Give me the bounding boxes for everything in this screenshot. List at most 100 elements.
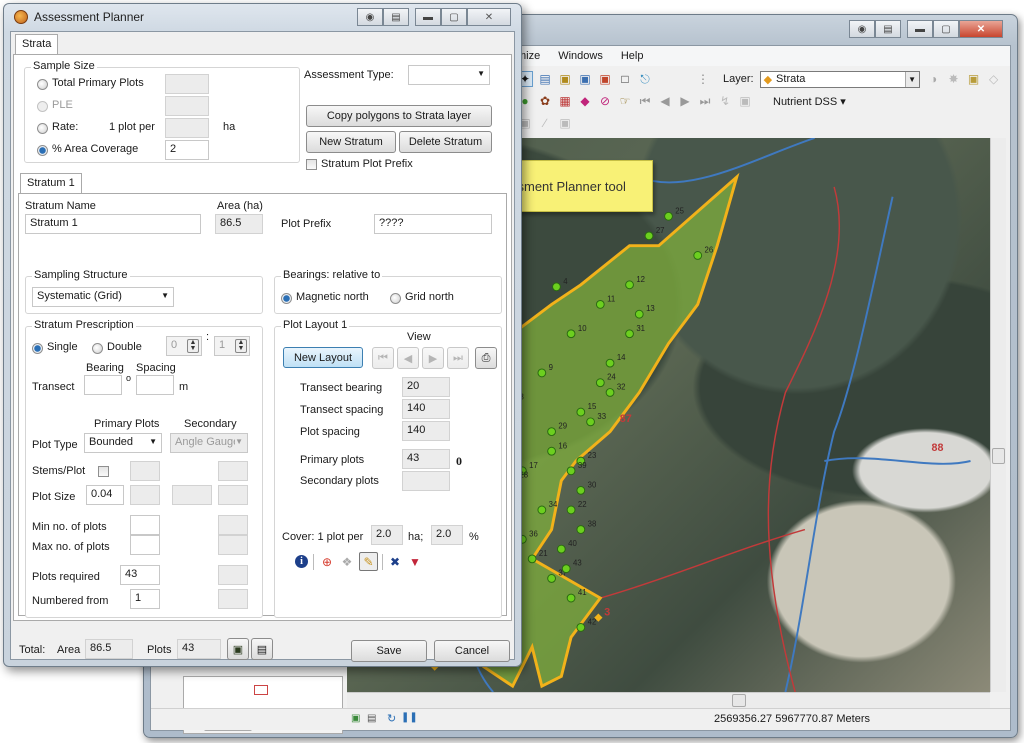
minimize-button[interactable]: ▬	[907, 20, 933, 38]
help-icon-button[interactable]: ◉	[849, 20, 875, 38]
map-horizontal-scrollbar[interactable]	[347, 692, 990, 708]
plot-type-secondary-select[interactable]: Angle Gauge ▼	[170, 433, 248, 453]
copy-polygons-button[interactable]: Copy polygons to Strata layer	[306, 105, 492, 127]
toolbar-grip-icon[interactable]: ⋮	[695, 71, 711, 87]
ratio-left-spinner[interactable]: 0 ▲ ▼	[166, 336, 202, 356]
transect-bearing-input[interactable]	[84, 375, 122, 395]
last-icon[interactable]: ⏭	[697, 93, 713, 109]
magnetic-north-radio[interactable]	[281, 293, 292, 304]
ple-radio[interactable]	[37, 101, 48, 112]
close-button[interactable]: ✕	[959, 20, 1003, 38]
min-plots-input[interactable]	[130, 515, 160, 535]
clear-selection-icon[interactable]: ⊘	[597, 93, 613, 109]
tab-strata[interactable]: Strata	[15, 34, 59, 54]
maximize-button[interactable]: ▢	[933, 20, 959, 38]
sketch-icon[interactable]: ∕	[537, 115, 553, 131]
rate-radio[interactable]	[37, 123, 48, 134]
sun-icon[interactable]: ✸	[946, 71, 962, 87]
first-layout-button[interactable]: ⏮	[372, 347, 394, 369]
window-icon[interactable]: □	[617, 71, 633, 87]
edit-tool-icon[interactable]: ▣	[557, 115, 573, 131]
rate-field[interactable]	[165, 118, 209, 138]
diamond-icon[interactable]: ◇	[986, 71, 1002, 87]
select-feature-icon[interactable]: ◆	[577, 93, 593, 109]
pin-button[interactable]: ▤	[383, 8, 409, 26]
pin-button[interactable]: ▤	[875, 20, 901, 38]
ratio-right-spinner[interactable]: 1 ▲ ▼	[214, 336, 250, 356]
info-icon[interactable]: i	[295, 555, 308, 568]
menu-windows[interactable]: Windows	[558, 50, 603, 62]
tab-stratum-1[interactable]: Stratum 1	[20, 173, 82, 193]
maximize-button[interactable]: ▢	[441, 8, 467, 26]
pause-icon[interactable]: ❚❚	[401, 712, 418, 723]
contrast-icon[interactable]: ◑	[926, 71, 942, 87]
plots-required-input[interactable]: 43	[120, 565, 160, 585]
total-primary-plots-field[interactable]	[165, 74, 209, 94]
previous-layout-button[interactable]: ◀	[397, 347, 419, 369]
numbered-from-input[interactable]: 1	[130, 589, 160, 609]
save-button[interactable]: Save	[351, 640, 427, 662]
print-button[interactable]: ⎙	[475, 347, 497, 369]
help-icon-button[interactable]: ◉	[357, 8, 383, 26]
plot-type-primary-select[interactable]: Bounded ▼	[84, 433, 162, 453]
overview-icon[interactable]: ▣	[737, 93, 753, 109]
save-disk-button[interactable]: ▣	[227, 638, 249, 660]
stratum-name-input[interactable]: Stratum 1	[25, 214, 201, 234]
plot-marker	[576, 622, 586, 632]
delete-plot-icon[interactable]: ✖	[387, 554, 403, 570]
new-stratum-button[interactable]: New Stratum	[306, 131, 396, 153]
single-radio[interactable]	[32, 343, 43, 354]
attribute-table-icon[interactable]: ▤	[537, 71, 553, 87]
menu-help[interactable]: Help	[621, 50, 644, 62]
grid-north-radio[interactable]	[390, 293, 401, 304]
next-icon[interactable]: ▶	[677, 93, 693, 109]
spinner-arrows-icon[interactable]: ▲ ▼	[187, 339, 199, 353]
toolbox-icon[interactable]: ▣	[597, 71, 613, 87]
data-view-icon[interactable]: ▣	[351, 713, 360, 724]
sampling-structure-select[interactable]: Systematic (Grid) ▼	[32, 287, 174, 307]
assessment-type-select[interactable]: ▼	[408, 65, 490, 85]
layout-icon[interactable]: ▣	[557, 71, 573, 87]
area-coverage-field[interactable]: 2	[165, 140, 209, 160]
spinner-arrows-icon[interactable]: ▲ ▼	[235, 339, 247, 353]
report-button[interactable]: ▤	[251, 638, 273, 660]
plot-prefix-input[interactable]: ????	[374, 214, 492, 234]
chevron-down-icon[interactable]: ▼	[904, 71, 919, 87]
new-layout-button[interactable]: New Layout	[283, 347, 363, 368]
close-button[interactable]: ✕	[467, 8, 511, 26]
last-layout-button[interactable]: ⏭	[447, 347, 469, 369]
next-layout-button[interactable]: ▶	[422, 347, 444, 369]
edit-plot-icon[interactable]: ✎	[359, 552, 378, 571]
map-vscroll-thumb[interactable]	[992, 448, 1005, 464]
nutrient-dss-menu[interactable]: Nutrient DSS ▾	[773, 95, 846, 108]
lightning-icon[interactable]: ↯	[717, 93, 733, 109]
map-vertical-scrollbar[interactable]	[990, 138, 1006, 692]
ple-field[interactable]	[165, 96, 209, 116]
effects-icon[interactable]: ▣	[966, 71, 982, 87]
move-plot-icon[interactable]: ❖	[339, 554, 355, 570]
stems-per-plot-checkbox[interactable]	[98, 466, 109, 477]
merge-plots-icon[interactable]: ▼	[407, 554, 423, 570]
area-coverage-radio[interactable]	[37, 145, 48, 156]
refresh-icon[interactable]: ↻	[387, 712, 396, 725]
layer-select[interactable]: ◆ Strata ▼	[759, 70, 920, 88]
transect-spacing-input[interactable]	[136, 375, 174, 395]
plot-size-input[interactable]: 0.04	[86, 485, 124, 505]
delete-stratum-button[interactable]: Delete Stratum	[399, 131, 492, 153]
model-builder-icon[interactable]: ⎋	[637, 71, 653, 87]
first-icon[interactable]: ⏮	[637, 93, 653, 109]
max-plots-input[interactable]	[130, 535, 160, 555]
pointer-icon[interactable]: ☞	[617, 93, 633, 109]
layout-view-icon[interactable]: ▤	[367, 713, 376, 724]
cancel-button[interactable]: Cancel	[434, 640, 510, 662]
prev-icon[interactable]: ◀	[657, 93, 673, 109]
cluster-icon[interactable]: ✿	[537, 93, 553, 109]
minimize-button[interactable]: ▬	[415, 8, 441, 26]
add-plot-icon[interactable]: ⊕	[319, 554, 335, 570]
catalog-icon[interactable]: ▣	[577, 71, 593, 87]
chart-tool-icon[interactable]: ▦	[557, 93, 573, 109]
double-radio[interactable]	[92, 343, 103, 354]
total-primary-plots-radio[interactable]	[37, 79, 48, 90]
stratum-plot-prefix-checkbox[interactable]	[306, 159, 317, 170]
map-hscroll-thumb[interactable]	[732, 694, 746, 707]
